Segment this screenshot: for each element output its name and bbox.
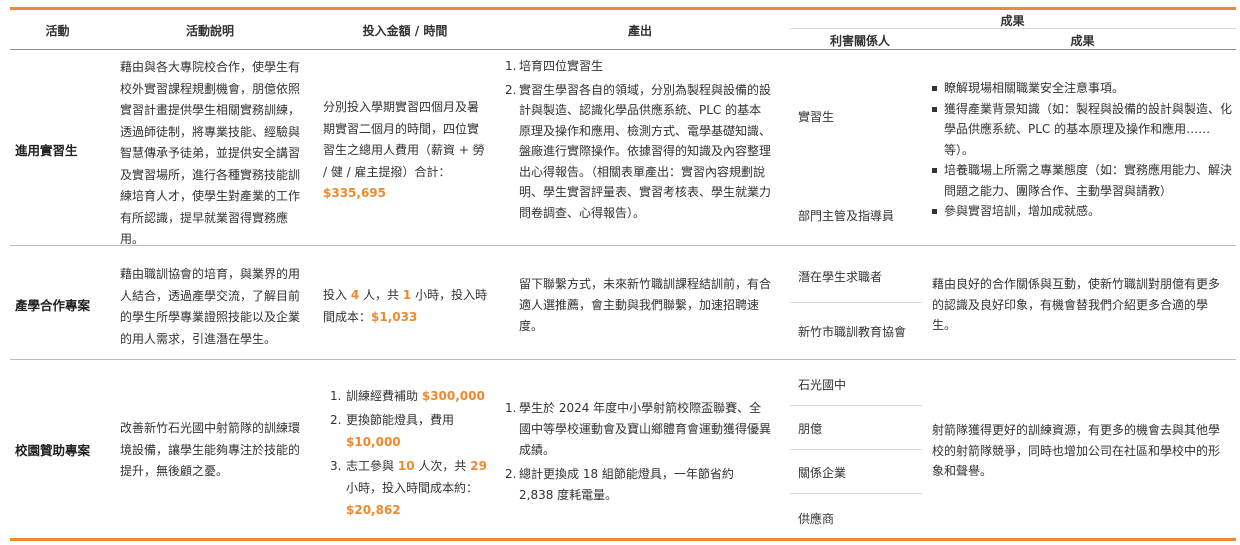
header-description: 活動說明 (185, 24, 234, 38)
row-divider (10, 359, 1236, 360)
stakeholder-name: 朋億 (798, 422, 823, 436)
activity-name: 進用實習生 (15, 143, 78, 158)
activity-name: 校園贊助專案 (15, 443, 91, 458)
header-result: 成果 (1070, 34, 1095, 48)
result-cell: 射箭隊獲得更好的訓練資源，有更多的機會去與其他學校的射箭隊競爭，同時也增加公司在… (932, 423, 1221, 478)
output-cell: 1. 培育四位實習生 2. 實習生學習各自的領域，分別為製程與設備的設計與製造、認識… (505, 56, 771, 223)
header-outcome-divider (790, 28, 1236, 29)
activity-description: 藉由與各大專院校合作，使學生有校外實習課程規劃機會，朋億依照實習計畫提供學生相關… (120, 60, 301, 246)
row-divider (10, 245, 1236, 246)
header-investment: 投入金額 / 時間 (362, 24, 448, 38)
activity-name: 產學合作專案 (15, 298, 91, 313)
list-item: 2. 總計更換成 18 組節能燈具，一年節省約 2,838 度耗電量。 (505, 467, 734, 502)
table-top-rule (10, 7, 1236, 10)
stakeholder-name: 關係企業 (798, 466, 847, 480)
list-item: 1. 訓練經費補助 $300,000 (330, 389, 485, 403)
header-stakeholder: 利害關係人 (829, 34, 890, 48)
list-item: 瞭解現場相關職業安全注意事項。 (930, 78, 1232, 99)
investment-cell: 投入 4 人，共 1 小時，投入時間成本：$1,033 (323, 288, 488, 324)
list-item: 培養職場上所需之專業態度（如：實務應用能力、解決問題之能力、團隊合作、主動學習與… (930, 160, 1232, 201)
stakeholder-name: 供應商 (798, 512, 835, 526)
stakeholder-divider (790, 493, 922, 494)
list-item: 1. 學生於 2024 年度中小學射箭校際盃聯賽、全國中等學校運動會及寶山鄉體育會… (505, 401, 772, 457)
list-item: 2. 實習生學習各自的領域，分別為製程與設備的設計與製造、認識化學品供應系統、PL… (505, 82, 772, 220)
table-bottom-rule (10, 538, 1236, 541)
result-cell: 瞭解現場相關職業安全注意事項。 獲得產業背景知識（如：製程與設備的設計與製造、化… (930, 78, 1232, 222)
list-item: 1. 培育四位實習生 (505, 59, 604, 73)
stakeholder-name: 潛在學生求職者 (798, 270, 883, 284)
output-cell: 留下聯繫方式，未來新竹職訓課程結訓前，有合適人選推薦，會主動與我們聯繫，加速招聘… (519, 277, 772, 333)
header-activity: 活動 (45, 24, 70, 38)
stakeholder-divider (790, 449, 922, 450)
stakeholder-divider (790, 405, 922, 406)
header-output: 產出 (627, 24, 652, 38)
list-item: 2. 更換節能燈具，費用 $10,000 (330, 413, 455, 449)
header-bottom-rule (10, 49, 1236, 50)
investment-cell: 分別投入學期實習四個月及暑期實習二個月的時間，四位實習生之總用人費用（薪資 + … (323, 97, 489, 205)
activity-description: 藉由職訓協會的培育，與業界的用人結合，透過產學交流，了解目前的學生所學專業證照技… (120, 267, 301, 346)
stakeholder-name: 石光國中 (798, 378, 847, 392)
stakeholder-name: 實習生 (798, 110, 835, 124)
result-cell: 藉由良好的合作關係與互動，使新竹職訓對朋億有更多的認識及良好印象，有機會替我們介… (932, 277, 1221, 332)
list-item: 3. 志工參與 10 人次，共 29 小時，投入時間成本約： $20,862 (330, 459, 487, 517)
investment-cell: 1. 訓練經費補助 $300,000 2. 更換節能燈具，費用 $10,000 3. 志… (330, 385, 490, 521)
stakeholder-divider (790, 302, 922, 303)
stakeholder-name: 部門主管及指導員 (798, 209, 895, 223)
header-outcome: 成果 (1000, 14, 1025, 28)
stakeholder-name: 新竹市職訓教育協會 (798, 325, 907, 339)
investment-amount: $335,695 (323, 186, 387, 200)
activity-description: 改善新竹石光國中射箭隊的訓練環境設備，讓學生能夠專注於技能的提升，無後顧之憂。 (120, 421, 301, 478)
list-item: 獲得產業背景知識（如：製程與設備的設計與製造、化學品供應系統、PLC 的基本原理… (930, 99, 1232, 161)
list-item: 參與實習培訓，增加成就感。 (930, 201, 1232, 222)
investment-text: 分別投入學期實習四個月及暑期實習二個月的時間，四位實習生之總用人費用（薪資 + … (323, 100, 485, 179)
output-cell: 1. 學生於 2024 年度中小學射箭校際盃聯賽、全國中等學校運動會及寶山鄉體育會… (505, 398, 771, 506)
